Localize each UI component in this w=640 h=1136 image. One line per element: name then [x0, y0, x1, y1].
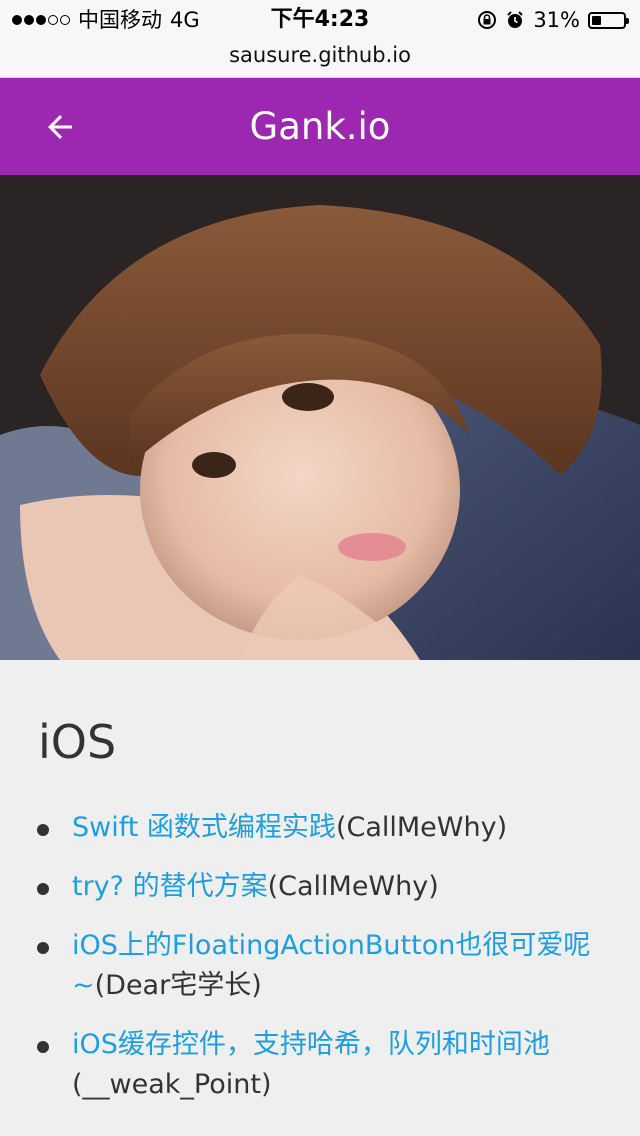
list-item: Swift 函数式编程实践(CallMeWhy) [0, 808, 640, 848]
article-author: (CallMeWhy) [335, 812, 508, 843]
article-author: (CallMeWhy) [267, 871, 439, 902]
arrow-left-icon [48, 115, 72, 139]
bullet-icon [37, 1041, 49, 1053]
battery-level [592, 15, 602, 25]
bullet-icon [37, 883, 49, 895]
hero-image [0, 175, 640, 660]
article-author: (__weak_Point) [72, 1069, 272, 1100]
alarm-icon [507, 11, 524, 28]
bullet-icon [37, 942, 49, 954]
article-content: iOS Swift 函数式编程实践(CallMeWhy) try? 的替代方案(… [0, 660, 640, 1136]
status-bar: 中国移动 4G 下午4:23 31% [0, 0, 640, 40]
article-link[interactable]: try? 的替代方案 [72, 871, 268, 902]
url-bar[interactable]: sausure.github.io [0, 40, 640, 78]
status-right-group: 31% [477, 7, 629, 33]
rotation-lock-icon [478, 11, 497, 29]
app-bar: Gank.io [0, 78, 640, 175]
bullet-icon [37, 824, 49, 836]
battery-icon [588, 11, 629, 29]
page-title: Gank.io [249, 105, 391, 148]
url-text: sausure.github.io [229, 43, 411, 67]
list-item: try? 的替代方案(CallMeWhy) [0, 867, 640, 907]
article-link[interactable]: Swift 函数式编程实践 [72, 812, 336, 843]
battery-percent: 31% [533, 8, 580, 32]
back-button[interactable] [30, 102, 90, 152]
section-title-ios: iOS [38, 715, 117, 769]
portrait-photo [0, 175, 640, 660]
list-item: iOS缓存控件，支持哈希，队列和时间池 (__weak_Point) [0, 1025, 640, 1105]
list-item: iOS上的FloatingActionButton也很可爱呢~(Dear宅学长) [0, 926, 640, 1006]
link-list: Swift 函数式编程实践(CallMeWhy) try? 的替代方案(Call… [0, 808, 640, 1124]
article-link[interactable]: iOS缓存控件，支持哈希，队列和时间池 [72, 1029, 550, 1060]
article-author: (Dear宅学长) [94, 970, 262, 1001]
